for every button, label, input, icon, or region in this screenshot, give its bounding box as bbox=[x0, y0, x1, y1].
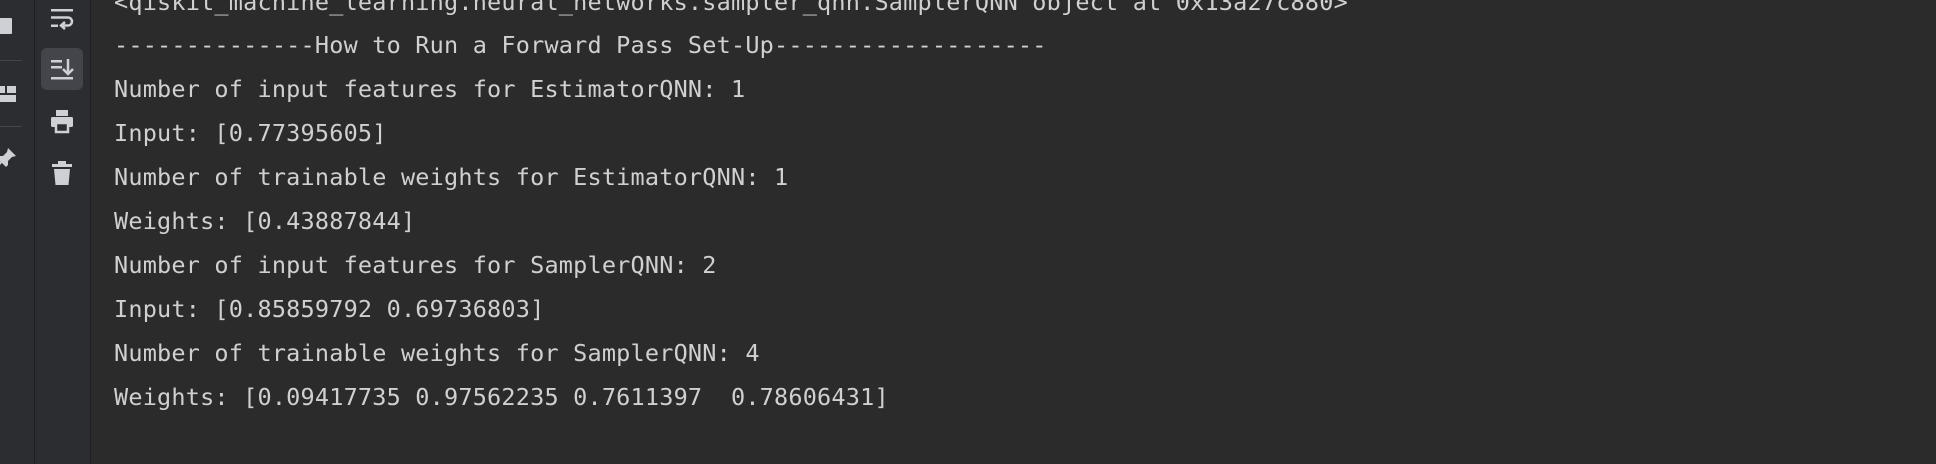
console-line: Number of input features for EstimatorQN… bbox=[114, 75, 746, 103]
console-line: Weights: [0.43887844] bbox=[114, 207, 416, 235]
stop-icon[interactable] bbox=[0, 16, 14, 36]
layout-icon[interactable] bbox=[0, 82, 18, 106]
print-button[interactable] bbox=[41, 100, 83, 142]
console-line: <qiskit_machine_learning.neural_networks… bbox=[114, 0, 1348, 16]
console-line: Number of trainable weights for SamplerQ… bbox=[114, 339, 760, 367]
console-line: Number of trainable weights for Estimato… bbox=[114, 163, 789, 191]
pin-icon[interactable] bbox=[0, 146, 18, 170]
scroll-to-end-icon bbox=[48, 55, 76, 83]
console-line: Input: [0.77395605] bbox=[114, 119, 387, 147]
scroll-to-end-button[interactable] bbox=[41, 48, 83, 90]
console-line: --------------How to Run a Forward Pass … bbox=[114, 31, 1047, 59]
console-toolbar bbox=[35, 0, 91, 464]
trash-icon bbox=[48, 159, 76, 187]
strip-separator bbox=[0, 60, 22, 61]
console-line: Weights: [0.09417735 0.97562235 0.761139… bbox=[114, 383, 889, 411]
console-line: Input: [0.85859792 0.69736803] bbox=[114, 295, 545, 323]
print-icon bbox=[48, 107, 76, 135]
soft-wrap-icon bbox=[48, 5, 76, 33]
soft-wrap-button[interactable] bbox=[41, 0, 83, 40]
run-console-window: <qiskit_machine_learning.neural_networks… bbox=[0, 0, 1936, 464]
console-output[interactable]: <qiskit_machine_learning.neural_networks… bbox=[91, 0, 1936, 464]
left-tool-strip bbox=[0, 0, 35, 464]
console-line: Number of input features for SamplerQNN:… bbox=[114, 251, 717, 279]
clear-all-button[interactable] bbox=[41, 152, 83, 194]
strip-separator bbox=[0, 126, 22, 127]
